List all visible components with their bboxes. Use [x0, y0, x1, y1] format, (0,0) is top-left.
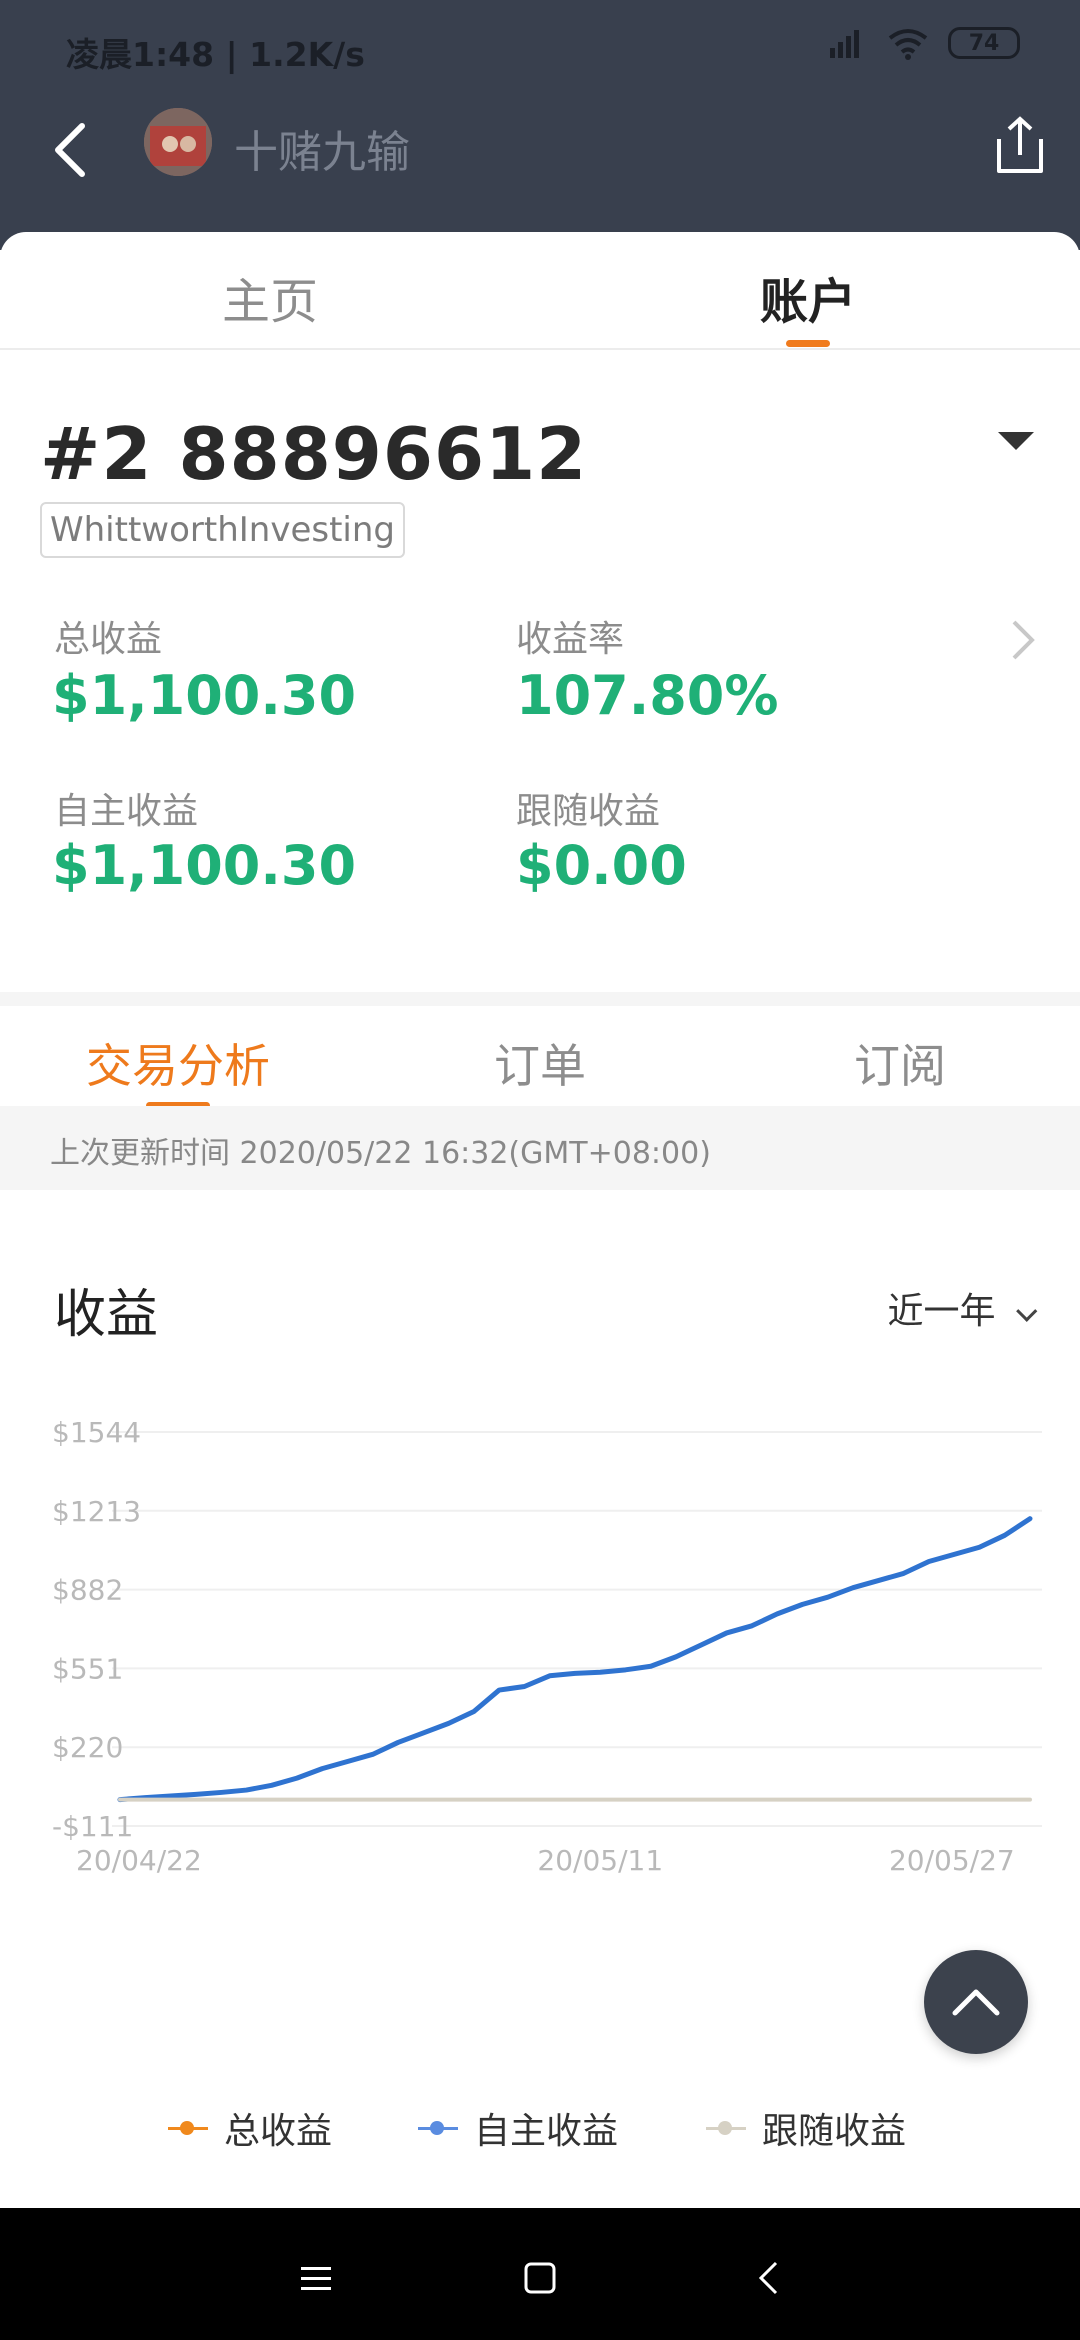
stats-detail-arrow[interactable] [1010, 618, 1036, 673]
y-tick-label: $551 [52, 1652, 123, 1685]
legend-total-profit-label: 总收益 [224, 2111, 333, 2152]
profit-line-chart: $1544 $1213 $882 $551 $220 -$11120/04/22 20/05… [52, 1416, 1042, 1877]
status-bar: 凌晨1:48 | 1.2K/s 74 [0, 0, 1080, 100]
back-nav-button[interactable] [738, 2248, 798, 2308]
tab-subscriptions-label: 订阅 [854, 1039, 946, 1093]
series-line [117, 1516, 1033, 1803]
share-button[interactable] [980, 105, 1060, 185]
x-tick-label: 20/04/22 [76, 1844, 202, 1877]
account-number: #2 88896612 [40, 412, 588, 496]
signal-icon [830, 30, 859, 58]
share-icon [997, 116, 1043, 173]
avatar-image [144, 108, 212, 176]
header-background: 凌晨1:48 | 1.2K/s 74 十赌九输 [0, 0, 1080, 250]
avatar[interactable] [144, 108, 212, 176]
tab-trade-analysis-label: 交易分析 [86, 1039, 270, 1093]
status-icons: 74 [828, 26, 1020, 60]
account-dropdown-caret[interactable] [998, 432, 1034, 450]
chevron-left-icon [55, 123, 85, 177]
back-button[interactable] [30, 110, 110, 190]
tab-orders[interactable]: 订单 [494, 1030, 586, 1096]
menu-icon [301, 2267, 331, 2290]
period-selector-label: 近一年 [887, 1291, 996, 1332]
legend-marker-icon [168, 2121, 208, 2135]
follow-profit-label: 跟随收益 [516, 791, 661, 832]
home-nav-button[interactable] [510, 2248, 570, 2308]
follow-profit-value: $0.00 [516, 834, 687, 897]
tab-active-indicator [786, 340, 830, 347]
self-profit-label: 自主收益 [54, 791, 199, 832]
last-update-text: 上次更新时间 2020/05/22 16:32(GMT+08:00) [50, 1136, 711, 1171]
tab-account[interactable]: 账户 [760, 262, 857, 347]
y-tick-label: $882 [52, 1574, 123, 1607]
x-tick-label: 20/05/11 [537, 1844, 663, 1877]
chart-legend: 总收益 自主收益 跟随收益 [0, 2094, 1080, 2174]
chart-title: 收益 [54, 1285, 159, 1345]
wifi-icon [888, 29, 928, 60]
back-triangle-icon [758, 2261, 778, 2295]
chevron-up-icon [952, 1989, 1000, 2016]
chevron-down-icon [1016, 1300, 1038, 1322]
tab-home[interactable]: 主页 [222, 262, 318, 332]
tab-home-label: 主页 [222, 274, 319, 330]
legend-self-profit-label: 自主收益 [474, 2111, 619, 2152]
broker-tag: WhittworthInvesting [40, 502, 405, 558]
analysis-tabs: 交易分析 订单 订阅 [0, 1006, 1080, 1109]
navbar: 十赌九输 [0, 100, 1080, 250]
legend-total-profit[interactable]: 总收益 [168, 2102, 332, 2154]
tab-account-label: 账户 [760, 274, 857, 330]
self-profit-value: $1,100.30 [52, 834, 357, 897]
tab-trade-analysis[interactable]: 交易分析 [86, 1030, 270, 1109]
user-nickname: 十赌九输 [234, 127, 410, 178]
content-card: 主页 账户 #2 88896612 WhittworthInvesting 总收… [0, 232, 1080, 2208]
tab-orders-label: 订单 [494, 1039, 586, 1093]
y-tick-label: $220 [52, 1731, 123, 1764]
legend-self-profit[interactable]: 自主收益 [418, 2102, 618, 2154]
status-time: 凌晨1:48 | 1.2K/s [66, 35, 365, 74]
update-info-bar: 上次更新时间 2020/05/22 16:32(GMT+08:00) [0, 1106, 1080, 1190]
period-selector[interactable]: 近一年 [887, 1282, 1038, 1334]
section-divider [0, 992, 1080, 1006]
return-rate-label: 收益率 [516, 619, 625, 660]
legend-follow-profit-label: 跟随收益 [762, 2111, 907, 2152]
total-profit-value: $1,100.30 [52, 664, 357, 727]
y-tick-label: $1544 [52, 1416, 141, 1449]
return-rate-value: 107.80% [516, 664, 779, 727]
legend-follow-profit[interactable]: 跟随收益 [706, 2102, 906, 2154]
x-tick-label: 20/05/27 [889, 1844, 1015, 1877]
legend-marker-icon [418, 2121, 458, 2135]
scroll-to-top-button[interactable] [924, 1950, 1028, 2054]
y-tick-label: -$111 [52, 1810, 133, 1843]
home-square-icon [524, 2262, 556, 2294]
total-profit-label: 总收益 [54, 619, 163, 660]
top-tabs: 主页 账户 [0, 232, 1080, 350]
chevron-right-icon [1012, 620, 1035, 660]
y-tick-label: $1213 [52, 1495, 141, 1528]
battery-icon: 74 [948, 27, 1020, 59]
battery-level: 74 [968, 30, 1000, 56]
menu-nav-button[interactable] [286, 2248, 346, 2308]
screen: 凌晨1:48 | 1.2K/s 74 十赌九输 主页 账户 #2 8889661… [0, 0, 1080, 2340]
system-nav-bar [0, 2208, 1080, 2340]
legend-marker-icon [706, 2121, 746, 2135]
tab-subscriptions[interactable]: 订阅 [854, 1030, 946, 1096]
